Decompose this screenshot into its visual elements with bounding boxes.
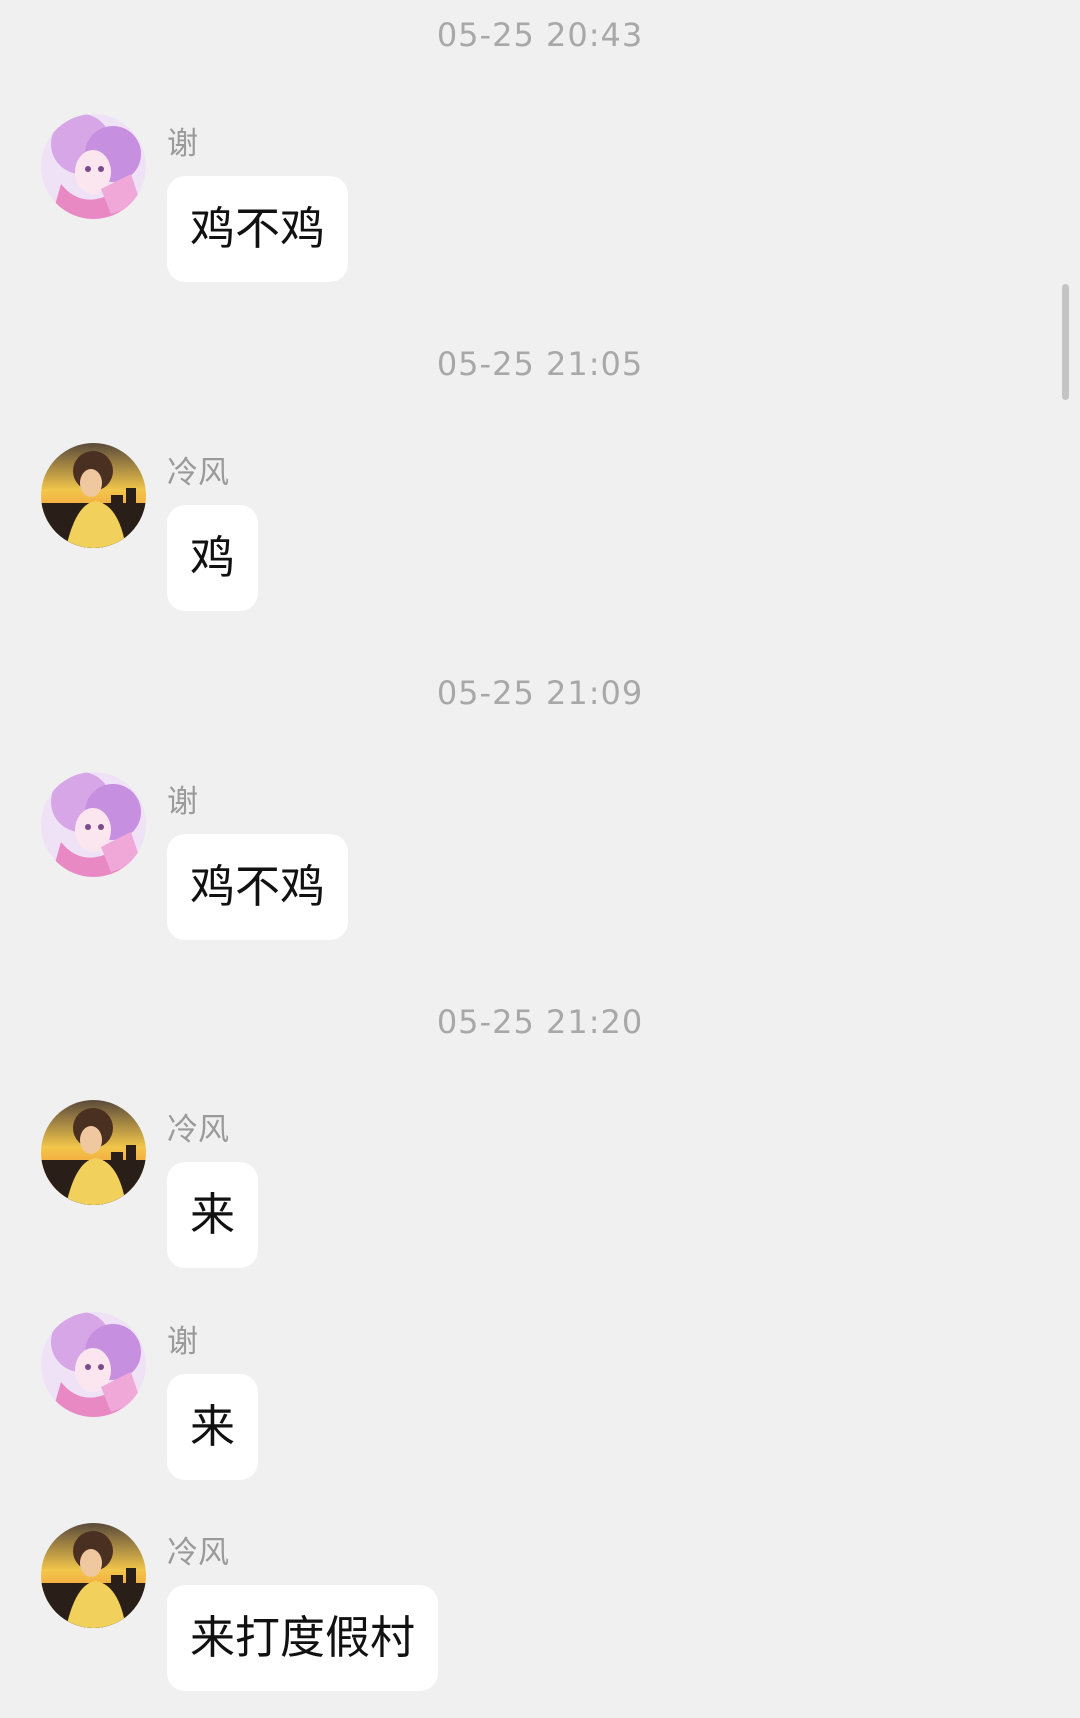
sender-name: 谢 bbox=[167, 784, 198, 820]
timestamp: 05-25 21:05 bbox=[436, 345, 644, 383]
avatar[interactable] bbox=[41, 772, 146, 877]
avatar[interactable] bbox=[41, 114, 146, 219]
sender-name: 谢 bbox=[167, 126, 198, 162]
chat-history[interactable]: 05-25 20:43 谢 鸡不鸡 05-25 21:05 冷风 鸡 05-25… bbox=[0, 0, 1080, 1718]
message-bubble[interactable]: 来打度假村 bbox=[167, 1585, 439, 1691]
message-bubble[interactable]: 鸡 bbox=[167, 505, 259, 611]
timestamp: 05-25 20:43 bbox=[436, 16, 644, 54]
message-bubble[interactable]: 来 bbox=[167, 1162, 259, 1268]
avatar[interactable] bbox=[41, 1100, 146, 1205]
sender-name: 冷风 bbox=[167, 1535, 229, 1571]
sender-name: 冷风 bbox=[167, 1112, 229, 1148]
timestamp: 05-25 21:20 bbox=[436, 1003, 644, 1041]
avatar[interactable] bbox=[41, 1523, 146, 1628]
timestamp: 05-25 21:09 bbox=[436, 674, 644, 712]
scrollbar[interactable] bbox=[1062, 284, 1069, 400]
sender-name: 谢 bbox=[167, 1324, 198, 1360]
message-bubble[interactable]: 来 bbox=[167, 1374, 259, 1480]
sender-name: 冷风 bbox=[167, 455, 229, 491]
message-bubble[interactable]: 鸡不鸡 bbox=[167, 834, 349, 940]
avatar[interactable] bbox=[41, 443, 146, 548]
message-bubble[interactable]: 鸡不鸡 bbox=[167, 176, 349, 282]
avatar[interactable] bbox=[41, 1312, 146, 1417]
